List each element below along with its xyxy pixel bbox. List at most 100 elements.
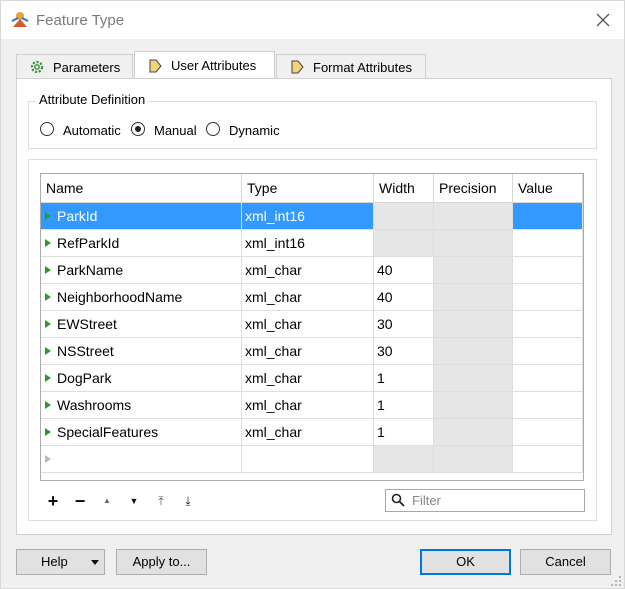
cell-width (374, 203, 434, 230)
move-down-button[interactable]: ▼ (125, 492, 143, 510)
cell-name[interactable]: EWStreet (41, 311, 242, 338)
tab-parameters[interactable]: Parameters (16, 54, 133, 78)
cell-width[interactable]: 30 (374, 311, 434, 338)
column-header-value[interactable]: Value (513, 174, 583, 203)
table-row[interactable]: NeighborhoodName xml_char 40 (41, 284, 583, 311)
cell-type[interactable]: xml_char (242, 257, 374, 284)
column-header-width[interactable]: Width (374, 174, 434, 203)
close-button[interactable] (589, 7, 617, 33)
row-expand-icon[interactable] (45, 374, 51, 382)
cell-value[interactable] (513, 446, 583, 473)
cell-type[interactable]: xml_char (242, 311, 374, 338)
cell-value[interactable] (513, 230, 583, 257)
table-row[interactable]: ParkName xml_char 40 (41, 257, 583, 284)
cell-name[interactable]: NeighborhoodName (41, 284, 242, 311)
cell-value[interactable] (513, 365, 583, 392)
table-row[interactable]: NSStreet xml_char 30 (41, 338, 583, 365)
cell-name[interactable] (41, 446, 242, 473)
move-up-button[interactable]: ▲ (98, 492, 116, 510)
cell-precision (434, 446, 513, 473)
column-header-name[interactable]: Name (41, 174, 242, 203)
row-expand-icon[interactable] (45, 428, 51, 436)
row-expand-icon[interactable] (45, 401, 51, 409)
radio-label: Manual (154, 123, 197, 138)
cell-width[interactable]: 1 (374, 419, 434, 446)
table-row[interactable]: SpecialFeatures xml_char 1 (41, 419, 583, 446)
table-row[interactable]: ParkId xml_int16 (41, 203, 583, 230)
table-row[interactable]: DogPark xml_char 1 (41, 365, 583, 392)
tab-label: Parameters (53, 60, 121, 75)
filter-input[interactable] (412, 492, 580, 509)
cell-width[interactable]: 1 (374, 392, 434, 419)
help-button[interactable]: Help (16, 549, 105, 575)
cell-precision (434, 311, 513, 338)
remove-attribute-button[interactable]: − (71, 492, 89, 510)
column-header-precision[interactable]: Precision (434, 174, 513, 203)
cell-precision (434, 338, 513, 365)
column-header-type[interactable]: Type (242, 174, 374, 203)
table-row[interactable]: Washrooms xml_char 1 (41, 392, 583, 419)
chevron-down-icon[interactable] (91, 560, 99, 565)
cell-value[interactable] (513, 338, 583, 365)
ok-button[interactable]: OK (420, 549, 511, 575)
row-expand-icon[interactable] (45, 347, 51, 355)
radio-automatic[interactable]: Automatic (40, 122, 130, 138)
cell-name[interactable]: Washrooms (41, 392, 242, 419)
table-row-new[interactable] (41, 446, 583, 473)
cancel-button[interactable]: Cancel (520, 549, 611, 575)
row-expand-icon[interactable] (45, 239, 51, 247)
row-expand-icon[interactable] (45, 293, 51, 301)
cell-name[interactable]: RefParkId (41, 230, 242, 257)
row-expand-icon[interactable] (45, 212, 51, 220)
cell-type[interactable]: xml_int16 (242, 230, 374, 257)
table-row[interactable]: EWStreet xml_char 30 (41, 311, 583, 338)
cell-name[interactable]: ParkName (41, 257, 242, 284)
move-to-top-button[interactable]: ⤒ (152, 492, 170, 510)
cell-width[interactable]: 40 (374, 284, 434, 311)
apply-to-button[interactable]: Apply to... (116, 549, 207, 575)
cell-type[interactable] (242, 446, 374, 473)
cell-value[interactable] (513, 257, 583, 284)
cell-type[interactable]: xml_char (242, 338, 374, 365)
radio-circle-selected (131, 122, 145, 136)
cell-width[interactable]: 40 (374, 257, 434, 284)
tab-format-attributes[interactable]: Format Attributes (276, 54, 426, 78)
cell-width (374, 446, 434, 473)
cell-precision (434, 365, 513, 392)
cell-type[interactable]: xml_int16 (242, 203, 374, 230)
attributes-table[interactable]: Name Type Width Precision Value ParkId x… (40, 173, 584, 481)
gear-icon (30, 60, 44, 74)
feature-type-dialog: Feature Type Parameters User Attributes … (0, 0, 625, 589)
cell-value[interactable] (513, 419, 583, 446)
tab-user-attributes[interactable]: User Attributes (134, 51, 275, 79)
attribute-arrow-icon (291, 60, 304, 74)
row-expand-icon[interactable] (45, 320, 51, 328)
cell-name[interactable]: SpecialFeatures (41, 419, 242, 446)
cell-name[interactable]: NSStreet (41, 338, 242, 365)
cell-value[interactable] (513, 284, 583, 311)
cell-value[interactable] (513, 392, 583, 419)
filter-box[interactable] (385, 489, 585, 512)
row-expand-icon[interactable] (45, 266, 51, 274)
cell-width[interactable]: 1 (374, 365, 434, 392)
cell-type[interactable]: xml_char (242, 392, 374, 419)
resize-grip-icon[interactable] (610, 575, 622, 587)
cell-name[interactable]: DogPark (41, 365, 242, 392)
cell-type[interactable]: xml_char (242, 419, 374, 446)
radio-dynamic[interactable]: Dynamic (206, 122, 281, 138)
table-row[interactable]: RefParkId xml_int16 (41, 230, 583, 257)
cell-width[interactable]: 30 (374, 338, 434, 365)
cell-type[interactable]: xml_char (242, 284, 374, 311)
cell-value[interactable] (513, 311, 583, 338)
cell-width (374, 230, 434, 257)
cell-name[interactable]: ParkId (41, 203, 242, 230)
radio-manual[interactable]: Manual (131, 122, 201, 138)
cell-precision (434, 419, 513, 446)
close-icon (596, 13, 610, 27)
add-attribute-button[interactable]: + (44, 492, 62, 510)
cell-type[interactable]: xml_char (242, 365, 374, 392)
cell-value[interactable] (513, 203, 583, 230)
new-row-icon (45, 455, 51, 463)
radio-label: Automatic (63, 123, 121, 138)
move-to-bottom-button[interactable]: ⤓ (179, 492, 197, 510)
